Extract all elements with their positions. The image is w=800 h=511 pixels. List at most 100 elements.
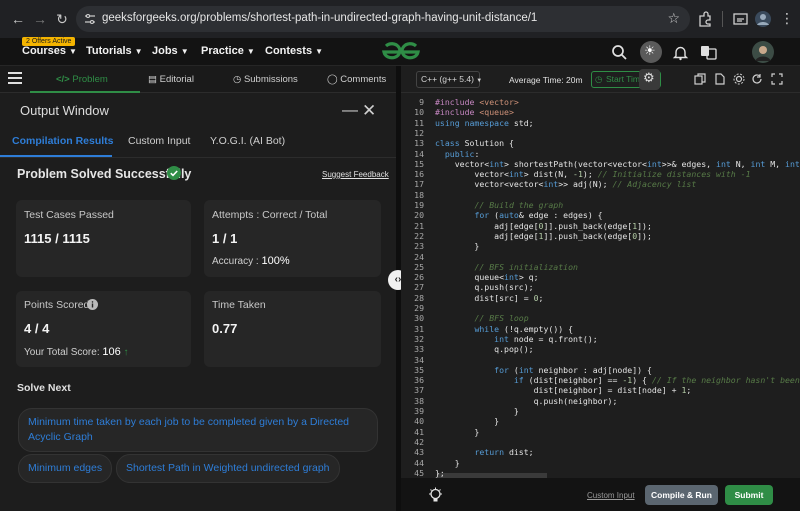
code-line[interactable]: 10 #include <queue> bbox=[401, 107, 800, 117]
code-line[interactable]: 24 bbox=[401, 252, 800, 262]
code-token: int bbox=[494, 333, 509, 344]
reset-icon[interactable] bbox=[751, 73, 763, 85]
code-line[interactable]: 23 } bbox=[401, 241, 800, 251]
code-line[interactable]: 25 // BFS initialization bbox=[401, 262, 800, 272]
code-text: queue<int> q; bbox=[435, 272, 538, 282]
code-token: int bbox=[508, 169, 524, 180]
code-line[interactable]: 35 for (int neighbor : adj[node]) { bbox=[401, 365, 800, 375]
timer-settings-button[interactable]: ⚙ bbox=[639, 69, 660, 90]
copy-icon[interactable] bbox=[694, 73, 706, 85]
code-line[interactable]: 39 } bbox=[401, 406, 800, 416]
tab-comments[interactable]: ◯ Comments bbox=[327, 74, 386, 85]
code-token: #include bbox=[435, 97, 480, 107]
code-line[interactable]: 17 vector<vector<int>> adj(N); // Adjace… bbox=[401, 179, 800, 189]
code-line[interactable]: 12 bbox=[401, 128, 800, 138]
comment-icon: ◯ bbox=[327, 74, 338, 85]
code-line[interactable]: 38 q.push(neighbor); bbox=[401, 396, 800, 406]
code-line[interactable]: 16 vector<int> dist(N, -1); // Initializ… bbox=[401, 169, 800, 179]
code-line[interactable]: 26 queue<int> q; bbox=[401, 272, 800, 282]
forward-icon[interactable]: → bbox=[30, 9, 50, 29]
code-line[interactable]: 14 public: bbox=[401, 149, 800, 159]
tab-submissions[interactable]: ◷ Submissions bbox=[233, 74, 298, 85]
code-token: M, bbox=[765, 158, 786, 169]
search-icon[interactable] bbox=[611, 44, 628, 61]
settings-icon[interactable] bbox=[733, 73, 745, 85]
address-bar[interactable]: geeksforgeeks.org/problems/shortest-path… bbox=[76, 6, 690, 32]
code-line[interactable]: 42 bbox=[401, 437, 800, 447]
suggestion-chip[interactable]: Minimum edges bbox=[18, 454, 113, 483]
suggestion-chip[interactable]: Shortest Path in Weighted undirected gra… bbox=[116, 454, 340, 483]
bookmark-star-icon[interactable]: ☆ bbox=[667, 10, 680, 27]
nav-practice-label: Practice bbox=[201, 45, 244, 57]
code-editor[interactable]: 9 #include <vector> 10 #include <queue> 11 us… bbox=[401, 93, 800, 478]
tab-problem[interactable]: </> Problem bbox=[56, 74, 108, 85]
tab-custom-input[interactable]: Custom Input bbox=[128, 135, 190, 147]
nav-courses[interactable]: Courses ▼ bbox=[22, 45, 77, 57]
code-line[interactable]: 19 // Build the graph bbox=[401, 200, 800, 210]
timer-icon: ◷ bbox=[595, 74, 603, 84]
compile-run-button[interactable]: Compile & Run bbox=[645, 485, 718, 505]
code-line[interactable]: 36 if (dist[neighbor] == -1) { // If the… bbox=[401, 375, 800, 385]
code-line[interactable]: 45}; bbox=[401, 468, 800, 478]
cast-icon[interactable] bbox=[732, 10, 750, 28]
code-line[interactable]: 44 } bbox=[401, 458, 800, 468]
browser-menu-icon[interactable]: ⋮ bbox=[780, 10, 794, 27]
code-line[interactable]: 28 dist[src] = 0; bbox=[401, 293, 800, 303]
close-icon[interactable]: ✕ bbox=[362, 101, 376, 121]
code-line[interactable]: 34 bbox=[401, 355, 800, 365]
code-line[interactable]: 20 for (auto& edge : edges) { bbox=[401, 210, 800, 220]
custom-input-link[interactable]: Custom Input bbox=[587, 491, 635, 500]
translate-icon[interactable] bbox=[700, 44, 717, 61]
url-text[interactable]: geeksforgeeks.org/problems/shortest-path… bbox=[102, 12, 537, 24]
code-line[interactable]: 27 q.push(src); bbox=[401, 282, 800, 292]
language-select[interactable]: C++ (g++ 5.4) ▼ bbox=[416, 71, 482, 88]
code-line[interactable]: 43 return dist; bbox=[401, 447, 800, 457]
submit-button[interactable]: Submit bbox=[725, 485, 773, 505]
back-icon[interactable]: ← bbox=[8, 9, 28, 29]
nav-jobs[interactable]: Jobs ▼ bbox=[152, 45, 189, 57]
tab-editorial[interactable]: ▤ Editorial bbox=[148, 74, 194, 85]
nav-practice[interactable]: Practice ▼ bbox=[201, 45, 255, 57]
extensions-icon[interactable] bbox=[696, 10, 714, 28]
info-icon[interactable] bbox=[87, 299, 98, 310]
code-token: dist[src] = bbox=[435, 292, 534, 303]
gfg-logo-icon[interactable] bbox=[380, 41, 422, 63]
code-text: vector<int> dist(N, -1); // Initialize d… bbox=[435, 169, 750, 180]
code-line[interactable]: 9 #include <vector> bbox=[401, 97, 800, 107]
tab-compilation-results[interactable]: Compilation Results bbox=[12, 135, 114, 147]
code-line[interactable]: 22 adj[edge[1]].push_back(edge[0]); bbox=[401, 231, 800, 241]
code-line[interactable]: 37 dist[neighbor] = dist[node] + 1; bbox=[401, 385, 800, 395]
code-text: #include <vector> bbox=[435, 97, 519, 107]
nav-tutorials[interactable]: Tutorials ▼ bbox=[86, 45, 143, 57]
code-line[interactable]: 11 using namespace std; bbox=[401, 118, 800, 128]
bell-icon[interactable] bbox=[672, 44, 689, 61]
profile-avatar-icon[interactable] bbox=[754, 10, 772, 28]
code-line[interactable]: 13 class Solution { bbox=[401, 138, 800, 148]
reload-icon[interactable]: ↻ bbox=[52, 9, 72, 29]
user-avatar-icon[interactable] bbox=[752, 41, 774, 63]
theme-toggle[interactable]: ☀ bbox=[640, 41, 662, 63]
code-line[interactable]: 40 } bbox=[401, 416, 800, 426]
line-number: 26 bbox=[414, 272, 424, 283]
site-info-icon[interactable] bbox=[84, 13, 96, 25]
code-line[interactable]: 32 int node = q.front(); bbox=[401, 334, 800, 344]
code-line[interactable]: 21 adj[edge[0]].push_back(edge[1]); bbox=[401, 221, 800, 231]
suggestion-chip[interactable]: Minimum time taken by each job to be com… bbox=[18, 408, 378, 452]
nav-contests[interactable]: Contests ▼ bbox=[265, 45, 323, 57]
code-line[interactable]: 30 // BFS loop bbox=[401, 313, 800, 323]
hamburger-menu-icon[interactable] bbox=[8, 72, 22, 84]
code-line[interactable]: 31 while (!q.empty()) { bbox=[401, 324, 800, 334]
suggest-feedback-link[interactable]: Suggest Feedback bbox=[322, 170, 389, 179]
code-line[interactable]: 15 vector<int> shortestPath(vector<vecto… bbox=[401, 159, 800, 169]
lightbulb-icon[interactable] bbox=[427, 487, 444, 504]
minimize-icon[interactable]: — bbox=[342, 102, 358, 120]
code-token: } bbox=[435, 241, 480, 252]
fullscreen-icon[interactable] bbox=[771, 73, 783, 85]
chevron-down-icon: ▼ bbox=[134, 47, 143, 56]
file-icon[interactable] bbox=[714, 73, 726, 85]
code-line[interactable]: 33 q.pop(); bbox=[401, 344, 800, 354]
code-line[interactable]: 29 bbox=[401, 303, 800, 313]
code-line[interactable]: 41 } bbox=[401, 427, 800, 437]
tab-yogi-ai-bot[interactable]: Y.O.G.I. (AI Bot) bbox=[210, 135, 285, 147]
code-line[interactable]: 18 bbox=[401, 190, 800, 200]
